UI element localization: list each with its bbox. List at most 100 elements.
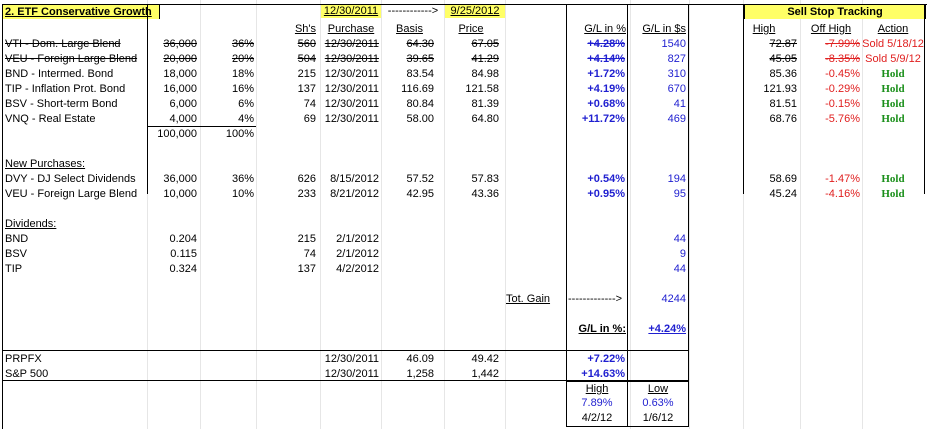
tot-gain-label: Tot. Gain [506, 293, 551, 305]
dividend-shares: 137 [297, 263, 316, 275]
holding-price: 67.05 [471, 38, 499, 50]
holding-amount: 18,000 [163, 68, 197, 80]
np-shares: 626 [297, 173, 316, 185]
dividend-name: BND [5, 233, 29, 245]
holding-gl-pct: +0.68% [587, 98, 625, 110]
np-price: 43.36 [471, 188, 499, 200]
np-high: 58.69 [769, 173, 797, 185]
start-date: 12/30/2011 [321, 4, 381, 18]
holding-basis: 64.30 [406, 38, 434, 50]
holding-shares: 560 [297, 38, 316, 50]
holding-basis: 39.65 [406, 53, 434, 65]
holding-price: 41.29 [471, 53, 499, 65]
dividend-amount: 0.204 [169, 233, 197, 245]
holding-purchase-date: 12/30/2011 [324, 83, 379, 95]
holding-high: 85.36 [769, 68, 797, 80]
holding-amount: 6,000 [169, 98, 197, 110]
holding-gl-pct: +1.72% [587, 68, 625, 80]
holding-gl-usd: 1540 [661, 38, 686, 50]
high-date: 4/2/12 [581, 412, 613, 424]
holding-action: Hold [881, 98, 905, 110]
holding-name: BND - Intermed. Bond [5, 68, 114, 80]
np-gl-pct: +0.95% [587, 188, 625, 200]
holding-purchase-date: 12/30/2011 [324, 38, 379, 50]
col-price: Price [458, 23, 484, 35]
holding-gl-usd: 469 [667, 113, 686, 125]
np-gl-usd: 194 [667, 173, 686, 185]
np-amount: 10,000 [163, 188, 197, 200]
np-off-high: -4.16% [825, 188, 860, 200]
sell-stop-title: Sell Stop Tracking [744, 4, 926, 19]
holding-name: VNQ - Real Estate [5, 113, 96, 125]
holding-price: 81.39 [471, 98, 499, 110]
holding-amount: 20,000 [163, 53, 197, 65]
np-basis: 57.52 [406, 173, 434, 185]
dividend-gl-usd: 9 [679, 248, 686, 260]
holding-high: 72.87 [769, 38, 797, 50]
holding-amount: 36,000 [163, 38, 197, 50]
holding-basis: 116.69 [401, 83, 434, 95]
tot-gain-value: 4244 [661, 293, 686, 305]
total-pct: 100% [225, 128, 254, 140]
high-pct: 7.89% [581, 397, 613, 409]
holding-purchase-date: 12/30/2011 [324, 113, 379, 125]
np-off-high: -1.47% [825, 173, 860, 185]
holding-action: Hold [881, 68, 905, 80]
holding-amount: 16,000 [163, 83, 197, 95]
holding-off-high: -0.45% [825, 68, 860, 80]
np-high: 45.24 [769, 188, 797, 200]
benchmark-gl-pct: +7.22% [587, 353, 625, 365]
dividends-label: Dividends: [5, 218, 57, 230]
high-label: High [585, 383, 609, 395]
holding-gl-usd: 670 [667, 83, 686, 95]
benchmark-price: 49.42 [471, 353, 499, 365]
np-pct: 10% [231, 188, 254, 200]
gl-pct-label: G/L in %: [578, 323, 626, 335]
col-off-high: Off High [810, 23, 852, 35]
gl-pct-value: +4.24% [648, 323, 686, 335]
sheet-title: 2. ETF Conservative Growth [2, 4, 160, 19]
col-basis: Basis [396, 23, 423, 35]
holding-off-high: -7.99% [825, 38, 860, 50]
holding-purchase-date: 12/30/2011 [324, 53, 379, 65]
np-name: VEU - Foreign Large Blend [5, 188, 138, 200]
benchmark-basis: 1,258 [406, 368, 434, 380]
col-high: High [752, 23, 776, 35]
holding-shares: 74 [303, 98, 316, 110]
holding-high: 81.51 [769, 98, 797, 110]
col-shs: Sh's [294, 23, 316, 35]
holding-off-high: -5.76% [825, 113, 860, 125]
benchmark-name: S&P 500 [5, 368, 49, 380]
holding-shares: 137 [297, 83, 316, 95]
holding-price: 84.98 [471, 68, 499, 80]
holding-purchase-date: 12/30/2011 [324, 68, 379, 80]
dividend-amount: 0.324 [169, 263, 197, 275]
holding-action: Sold 5/9/12 [865, 53, 921, 65]
dividend-shares: 215 [297, 233, 316, 245]
np-action: Hold [881, 173, 905, 185]
holding-basis: 58.00 [406, 113, 434, 125]
benchmark-purchase-date: 12/30/2011 [324, 353, 379, 365]
holding-price: 121.58 [465, 83, 499, 95]
dividend-date: 4/2/2012 [336, 263, 379, 275]
dividend-gl-usd: 44 [673, 233, 686, 245]
benchmark-name: PRPFX [5, 353, 42, 365]
dividend-name: TIP [5, 263, 23, 275]
holding-name: VTI - Dom. Large Blend [5, 38, 121, 50]
holding-basis: 83.54 [406, 68, 434, 80]
col-gl-usd: G/L in $s [642, 23, 686, 35]
col-purchase: Purchase [327, 23, 375, 35]
dividend-date: 2/1/2012 [336, 233, 379, 245]
holding-pct: 6% [238, 98, 254, 110]
holding-shares: 215 [297, 68, 316, 80]
benchmark-purchase-date: 12/30/2011 [324, 368, 379, 380]
np-purchase-date: 8/21/2012 [330, 188, 379, 200]
holding-off-high: -8.35% [825, 53, 860, 65]
np-price: 57.83 [471, 173, 499, 185]
col-action: Action [877, 23, 909, 35]
holding-pct: 20% [231, 53, 254, 65]
dividend-name: BSV [5, 248, 28, 260]
low-label: Low [647, 383, 669, 395]
holding-gl-usd: 310 [667, 68, 686, 80]
holding-action: Hold [881, 113, 905, 125]
